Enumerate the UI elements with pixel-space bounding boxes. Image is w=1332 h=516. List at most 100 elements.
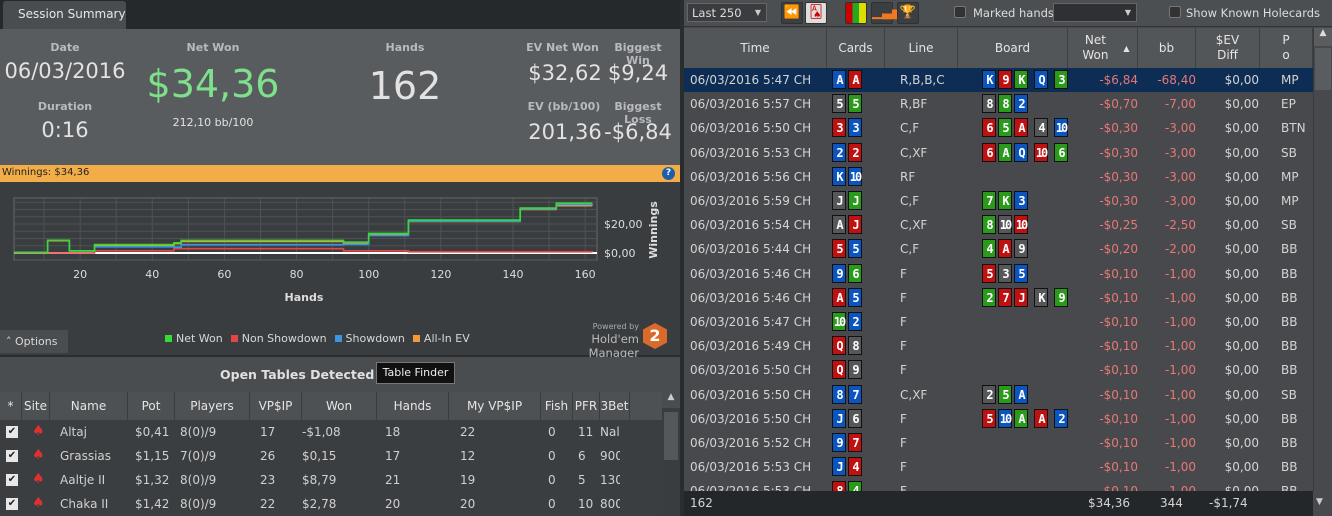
ev-bb100-label: EV (bb/100): [527, 100, 601, 113]
hand-row[interactable]: 06/03/2016 5:53 CH 2 2 C,XF 6 A Q 10 6 -$0,30 -3,0…: [684, 141, 1313, 165]
legend-item[interactable]: All-In EV: [412, 332, 470, 345]
column-header[interactable]: Site: [22, 392, 50, 420]
playing-card: A: [848, 70, 862, 89]
playing-card: 2: [848, 142, 862, 162]
hand-row[interactable]: 06/03/2016 5:47 CH A A R,B,B,C K 9 K Q 3 -$6,84 -6…: [684, 68, 1313, 92]
column-header[interactable]: Cards: [827, 28, 885, 68]
column-header[interactable]: Time: [684, 28, 827, 68]
rewind-icon[interactable]: ⏪: [781, 2, 803, 24]
pokerstars-spade-icon: ♠: [32, 495, 45, 511]
hand-row[interactable]: 06/03/2016 5:50 CH 8 7 C,XF 2 5 A -$0,10 -1,00 $0…: [684, 383, 1313, 407]
hand-row[interactable]: 06/03/2016 5:56 CH K 10 RF -$0,30 -3,00 $0,00 M…: [684, 165, 1313, 189]
bb-won: -1,00: [1164, 290, 1196, 305]
table-checkbox[interactable]: ✔: [6, 474, 18, 486]
playing-card: 8: [982, 215, 996, 235]
column-header[interactable]: bb: [1138, 28, 1196, 68]
hand-range-select[interactable]: Last 250 ▼: [687, 3, 767, 22]
legend-item[interactable]: Showdown: [334, 332, 405, 345]
options-button[interactable]: ˄ Options: [0, 330, 68, 353]
net-won: -$0,10: [1099, 460, 1138, 475]
bar-chart-icon[interactable]: ▁▃▅: [871, 2, 902, 24]
hand-row[interactable]: 06/03/2016 5:46 CH A 5 F 2 7 J K 9 -$0,10 -1,00 $0,…: [684, 286, 1313, 310]
table-cell: 21: [385, 473, 401, 487]
x-tick-label: 120: [430, 268, 451, 281]
column-header[interactable]: Net Won ▲: [1068, 28, 1138, 68]
net-won: -$0,30: [1099, 121, 1138, 136]
column-header[interactable]: Fish: [541, 392, 573, 420]
column-header[interactable]: Players: [175, 392, 250, 420]
scroll-up-icon[interactable]: ▲: [662, 392, 680, 408]
hand-row[interactable]: 06/03/2016 5:53 CH J 4 F -$0,10 -1,00 $0,00 BB: [684, 455, 1313, 479]
column-header[interactable]: Hands: [377, 392, 449, 420]
table-checkbox[interactable]: ✔: [6, 450, 18, 462]
show-known-holecards-checkbox[interactable]: [1169, 6, 1181, 18]
playing-card: Q: [1014, 142, 1028, 162]
column-header[interactable]: Won: [302, 392, 377, 420]
net-won: -$0,70: [1099, 97, 1138, 112]
marked-hands-select[interactable]: ▼: [1053, 3, 1137, 22]
scroll-down-icon[interactable]: ▼: [1316, 497, 1323, 507]
table-row[interactable]: ✔ ♠ Aaltje II $1,32 8(0)/9 23 $8,79 21 19 0 5 130: [0, 468, 662, 492]
hand-row[interactable]: 06/03/2016 5:44 CH 5 5 C,F 4 A 9 -$0,20 -2,00 $0,…: [684, 237, 1313, 261]
table-checkbox[interactable]: ✔: [6, 426, 18, 438]
hand-row[interactable]: 06/03/2016 5:50 CH J 6 F 5 10 A A 2 -$0,10 -1,00 $0…: [684, 407, 1313, 431]
table-row[interactable]: ✔ ♠ Grassias $1,15 7(0)/9 26 $0,15 17 12 0 6 900: [0, 444, 662, 468]
hand-line: F: [900, 460, 907, 475]
column-header[interactable]: $EV Diff: [1196, 28, 1260, 68]
playing-card: A: [1034, 408, 1048, 428]
table-cell: 130: [600, 473, 620, 487]
playing-card: 7: [998, 287, 1012, 307]
column-header[interactable]: 3Bet: [600, 392, 630, 420]
position: SB: [1281, 387, 1297, 402]
biggest-loss-value: -$6,84: [604, 120, 672, 144]
scroll-thumb[interactable]: [664, 412, 678, 460]
column-header[interactable]: VP$IP: [250, 392, 302, 420]
hand-line: C,F: [900, 242, 920, 257]
column-header[interactable]: Line: [885, 28, 958, 68]
hand-row[interactable]: 06/03/2016 5:47 CH 10 2 F -$0,10 -1,00 $0,00 BB: [684, 310, 1313, 334]
table-row[interactable]: ✔ ♠ Chaka II $1,42 8(0)/9 22 $2,78 20 20 0 10 800: [0, 492, 662, 516]
column-header[interactable]: Name: [50, 392, 128, 420]
tables-scrollbar[interactable]: ▲: [662, 392, 680, 516]
hand-row[interactable]: 06/03/2016 5:57 CH 5 5 R,BF 8 8 2 -$0,70 -7,00 $0…: [684, 92, 1313, 116]
marked-hands-checkbox[interactable]: [954, 6, 966, 18]
hand-row[interactable]: 06/03/2016 5:50 CH Q 9 F -$0,10 -1,00 $0,00 BB: [684, 358, 1313, 382]
hands-scrollbar[interactable]: ▲: [1313, 28, 1332, 491]
column-header[interactable]: P o: [1260, 28, 1313, 68]
playing-card: K: [1034, 287, 1048, 307]
hand-row[interactable]: 06/03/2016 5:52 CH 9 7 F -$0,10 -1,00 $0,00 BB: [684, 431, 1313, 455]
hand-row[interactable]: 06/03/2016 5:54 CH A J C,XF 8 10 10 -$0,25 -2,50…: [684, 213, 1313, 237]
tables-header: * Site Name Pot Players VP$IP Won Hands My VP$IP…: [0, 392, 662, 420]
table-row[interactable]: ✔ ♠ Altaj $0,41 8(0)/9 17 -$1,08 18 22 0 11 Nal: [0, 420, 662, 444]
net-won-value: $34,36: [146, 62, 280, 106]
hand-row[interactable]: 06/03/2016 5:49 CH Q 8 F -$0,10 -1,00 $0,00 BB: [684, 334, 1313, 358]
tab-session-summary[interactable]: Session Summary: [3, 1, 126, 30]
legend-item[interactable]: Non Showdown: [230, 332, 327, 345]
playing-card: 4: [982, 239, 996, 259]
help-icon[interactable]: ?: [662, 167, 675, 180]
grid-icon[interactable]: [845, 2, 867, 24]
legend-item[interactable]: Net Won: [165, 332, 223, 345]
table-checkbox[interactable]: ✔: [6, 498, 18, 510]
scroll-thumb[interactable]: [1315, 48, 1331, 90]
column-header[interactable]: My VP$IP: [449, 392, 541, 420]
table-cell: 8(0)/9: [180, 425, 217, 439]
playing-card: 10: [1014, 215, 1028, 235]
hand-row[interactable]: 06/03/2016 5:50 CH 3 3 C,F 6 5 A 4 10 -$0,30 -3,00…: [684, 116, 1313, 140]
table-finder-button[interactable]: Table Finder: [376, 362, 455, 384]
hand-line: C,XF: [900, 218, 928, 233]
playing-card: 7: [848, 433, 862, 452]
position: BB: [1281, 460, 1298, 475]
hole-cards: AA: [832, 70, 864, 89]
column-header[interactable]: *: [0, 392, 22, 420]
trophy-icon[interactable]: 🏆: [897, 2, 919, 24]
column-header[interactable]: Board: [958, 28, 1068, 68]
hand-row[interactable]: 06/03/2016 5:59 CH J J C,F 7 K 3 -$0,30 -3,00 $0,…: [684, 189, 1313, 213]
position: MP: [1281, 73, 1299, 87]
column-header[interactable]: PFR: [573, 392, 600, 420]
scroll-up-icon[interactable]: ▲: [1314, 28, 1332, 46]
cards-icon[interactable]: 🂡: [805, 2, 827, 24]
column-header[interactable]: Pot: [128, 392, 175, 420]
column-label: Line: [908, 40, 934, 55]
hand-row[interactable]: 06/03/2016 5:46 CH 9 6 F 5 3 5 -$0,10 -1,00 $0,00…: [684, 262, 1313, 286]
